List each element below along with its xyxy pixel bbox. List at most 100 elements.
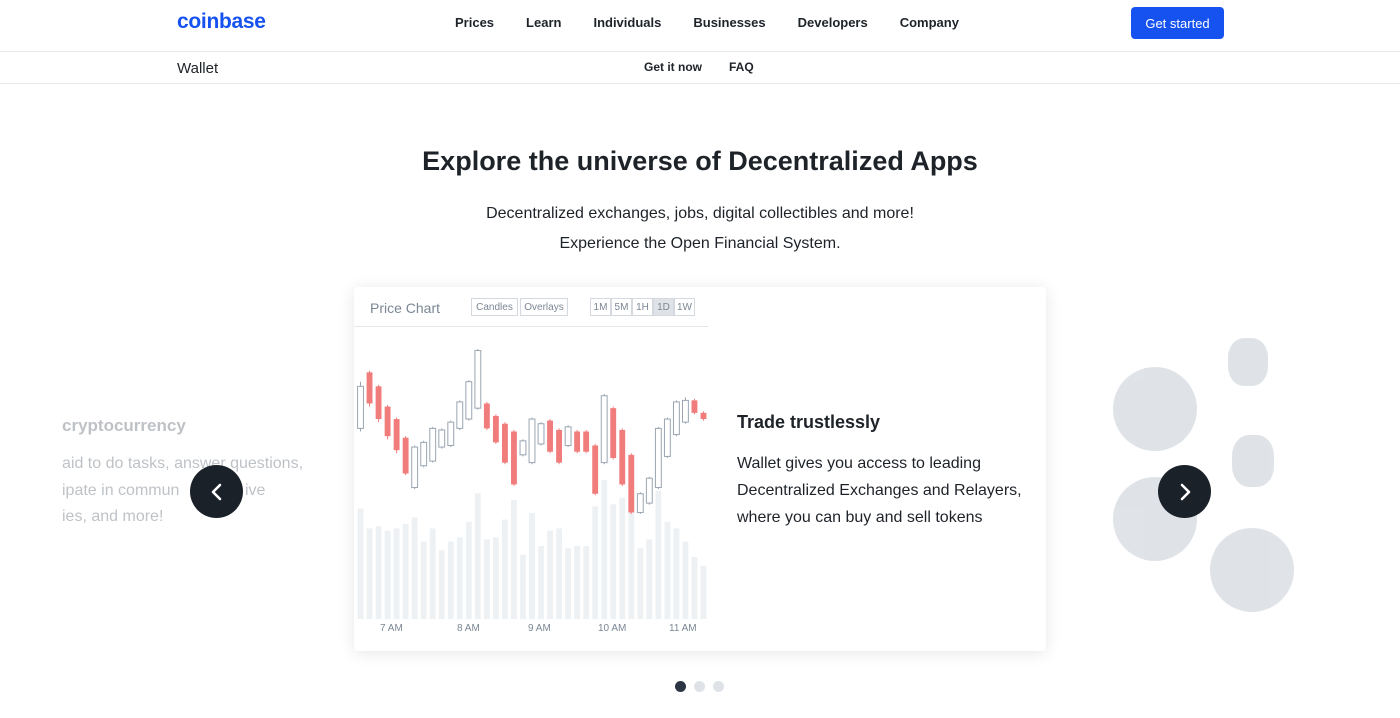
slide-description: Wallet gives you access to leading Decen… <box>737 455 1022 526</box>
x-axis-tick-label: 9 AM <box>528 623 551 634</box>
nav-company[interactable]: Company <box>900 15 959 30</box>
volume-bar <box>357 508 364 619</box>
hero-subtitle-line: Decentralized exchanges, jobs, digital c… <box>486 205 914 222</box>
candle-body <box>402 437 409 474</box>
volume-bar <box>583 546 590 619</box>
carousel-dot[interactable] <box>694 681 705 692</box>
candle-body <box>465 381 473 420</box>
range-1h[interactable]: 1H <box>632 298 653 316</box>
volume-bar <box>511 499 517 619</box>
volume-bar <box>619 497 626 619</box>
volume-bar <box>366 528 373 619</box>
candle-body <box>556 429 563 463</box>
candle-body <box>357 385 364 429</box>
candle-body <box>501 423 508 463</box>
candle-body <box>672 401 680 436</box>
candle-body <box>474 350 482 409</box>
volume-bar <box>565 548 572 619</box>
volume-bar <box>529 513 535 619</box>
volume-bar <box>393 528 400 619</box>
candle-body <box>691 400 698 413</box>
carousel-pagination <box>675 681 732 692</box>
volume-bar <box>700 565 707 619</box>
carousel-prev-button[interactable] <box>190 465 243 518</box>
faq-link[interactable]: FAQ <box>729 60 754 74</box>
range-1m[interactable]: 1M <box>590 298 611 316</box>
nav-learn[interactable]: Learn <box>526 15 561 30</box>
volume-bar <box>646 539 653 619</box>
candle-body <box>628 454 635 513</box>
volume-bar <box>438 550 445 619</box>
candle-body <box>663 418 671 457</box>
price-chart-header: Price Chart Candles Overlays 1M 5M 1H 1D… <box>354 287 708 327</box>
candle-body <box>564 426 572 447</box>
nav-individuals[interactable]: Individuals <box>593 15 661 30</box>
candle-body <box>537 423 545 445</box>
collectible-illustration <box>1228 338 1268 386</box>
volume-bar <box>384 530 391 619</box>
overlays-toggle[interactable]: Overlays <box>520 298 568 316</box>
x-axis-tick-label: 10 AM <box>598 623 626 634</box>
candle-body <box>393 419 400 451</box>
volume-bar <box>501 519 508 619</box>
volume-bar <box>402 524 409 619</box>
volume-bar <box>520 554 526 619</box>
candle-body <box>492 415 499 443</box>
volume-bar <box>601 480 608 619</box>
volume-bar <box>547 530 553 619</box>
candles-toggle[interactable]: Candles <box>471 298 518 316</box>
range-1w[interactable]: 1W <box>674 298 695 316</box>
hero-subtitle-line: Experience the Open Financial System. <box>559 235 841 252</box>
subnav-links: Get it now FAQ <box>644 60 781 74</box>
candle-body <box>547 420 553 452</box>
candle-body <box>592 445 599 494</box>
nav-developers[interactable]: Developers <box>798 15 868 30</box>
previous-slide-line: aid to do tasks, answer questions, <box>62 455 304 472</box>
coinbase-logo[interactable]: coinbase <box>177 10 266 34</box>
candle-body <box>600 395 608 464</box>
x-axis-tick-label: 8 AM <box>457 623 480 634</box>
candle-body <box>610 408 617 458</box>
range-5m[interactable]: 5M <box>611 298 632 316</box>
nav-businesses[interactable]: Businesses <box>693 15 765 30</box>
next-slide-preview <box>1090 300 1350 630</box>
volume-bar <box>673 528 680 619</box>
carousel-next-button[interactable] <box>1158 465 1211 518</box>
volume-bar <box>664 521 671 619</box>
candle-body <box>528 418 536 464</box>
collectible-illustration <box>1210 528 1294 612</box>
price-candlestick-chart: 7 AM 8 AM 9 AM 10 AM 11 AM <box>357 349 707 634</box>
volume-bar <box>610 504 617 619</box>
volume-bar <box>474 493 481 619</box>
nav-prices[interactable]: Prices <box>455 15 494 30</box>
previous-slide-title: cryptocurrency <box>62 416 186 435</box>
candle-body <box>511 431 517 485</box>
volume-bar <box>420 541 427 619</box>
collectible-illustration <box>1113 367 1197 451</box>
previous-slide-line: ies, and more! <box>62 508 164 525</box>
candle-body <box>654 427 662 489</box>
volume-bar <box>637 548 644 619</box>
main-nav: Prices Learn Individuals Businesses Deve… <box>455 15 991 30</box>
volume-bar <box>592 506 599 619</box>
carousel-dot[interactable] <box>713 681 724 692</box>
volume-bar <box>682 541 689 619</box>
subnav-title: Wallet <box>177 60 219 77</box>
carousel-dot[interactable] <box>675 681 686 692</box>
range-1d[interactable]: 1D <box>653 298 674 316</box>
volume-bar <box>456 537 463 619</box>
candle-body <box>429 427 437 462</box>
candle-body <box>483 403 490 429</box>
previous-slide-preview: cryptocurrency aid to do tasks, answer q… <box>62 285 322 655</box>
volume-bar <box>655 491 662 619</box>
volume-bar <box>483 539 490 619</box>
get-started-button[interactable]: Get started <box>1131 7 1224 39</box>
candle-body <box>438 429 446 448</box>
get-it-now-link[interactable]: Get it now <box>644 60 702 74</box>
collectible-illustration <box>1232 435 1274 487</box>
volume-bar <box>556 528 563 619</box>
chevron-left-icon <box>211 483 221 500</box>
previous-slide-line: ive <box>245 482 266 499</box>
candle-body <box>456 401 464 429</box>
volume-bar <box>691 557 698 619</box>
